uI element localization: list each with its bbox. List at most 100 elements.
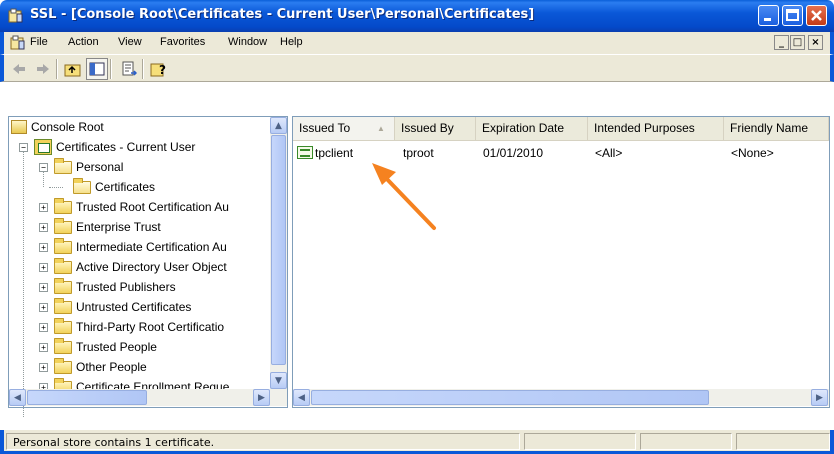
expand-icon[interactable]: +: [39, 242, 48, 252]
minimize-button[interactable]: [758, 5, 779, 26]
tree-item-enterprise-trust[interactable]: + Enterprise Trust: [39, 217, 161, 237]
tree-item-label: Trusted People: [76, 340, 157, 354]
help-icon: ?: [150, 63, 166, 77]
tree-item-intermediate[interactable]: + Intermediate Certification Au: [39, 237, 227, 257]
scroll-left-button[interactable]: ◀: [293, 389, 310, 406]
tree-item-label: Certificates - Current User: [56, 140, 196, 154]
forward-icon: [37, 64, 49, 74]
expand-icon[interactable]: +: [39, 362, 48, 372]
cell-friendly-name: <None>: [731, 146, 774, 160]
scroll-left-button[interactable]: ◀: [9, 389, 26, 406]
scroll-thumb[interactable]: [27, 390, 147, 405]
column-label: Expiration Date: [482, 121, 565, 135]
export-list-button[interactable]: [118, 58, 140, 80]
child-restore-button[interactable]: □: [790, 35, 805, 50]
tree-item-trusted-people[interactable]: + Trusted People: [39, 337, 157, 357]
expand-icon[interactable]: +: [39, 342, 48, 352]
column-label: Issued By: [401, 121, 454, 135]
cell-issued-by: tproot: [403, 146, 434, 160]
expand-icon[interactable]: +: [39, 202, 48, 212]
child-minimize-button[interactable]: _: [774, 35, 789, 50]
svg-text:?: ?: [159, 63, 166, 77]
scroll-down-button[interactable]: ▼: [270, 372, 287, 389]
tree-item-certificates-current-user[interactable]: − Certificates - Current User: [19, 137, 195, 157]
scroll-right-button[interactable]: ▶: [253, 389, 270, 406]
menu-bar: File Action View Favorites Window Help _…: [0, 32, 834, 54]
document-system-menu-icon[interactable]: [10, 35, 26, 51]
expand-icon[interactable]: +: [39, 282, 48, 292]
tree-item-label: Untrusted Certificates: [76, 300, 192, 314]
back-button[interactable]: [8, 58, 30, 80]
cell-purposes: <All>: [595, 146, 623, 160]
menu-help[interactable]: Help: [280, 36, 303, 48]
status-pane: [640, 433, 732, 450]
tree-item-other-people[interactable]: + Other People: [39, 357, 147, 377]
details-list[interactable]: Issued To ▲ Issued By Expiration Date In…: [292, 116, 830, 408]
tree-item-label: Personal: [76, 160, 124, 174]
column-header-friendly-name[interactable]: Friendly Name: [724, 117, 829, 140]
tree-item-personal[interactable]: − Personal: [39, 157, 123, 177]
column-label: Intended Purposes: [594, 121, 695, 135]
tree-item-certificates[interactable]: Certificates: [73, 177, 155, 197]
column-header-expiration-date[interactable]: Expiration Date: [476, 117, 588, 140]
scroll-up-button[interactable]: ▲: [270, 117, 287, 134]
tree-vertical-scrollbar[interactable]: ▲ ▼: [270, 117, 287, 389]
tree-item-label: Third-Party Root Certificatio: [76, 320, 225, 334]
maximize-icon: [786, 9, 799, 21]
collapse-icon[interactable]: −: [19, 142, 28, 152]
tree-item-untrusted[interactable]: + Untrusted Certificates: [39, 297, 191, 317]
menu-file[interactable]: File: [30, 36, 48, 48]
toolbar-separator: [142, 59, 144, 79]
menu-view[interactable]: View: [118, 36, 142, 48]
tree-item-label: Enterprise Trust: [76, 220, 161, 234]
list-horizontal-scrollbar[interactable]: ◀ ▶: [293, 389, 829, 406]
tree-item-label: Other People: [76, 360, 147, 374]
console-tree[interactable]: Console Root − Certificates - Current Us…: [8, 116, 288, 417]
column-header-intended-purposes[interactable]: Intended Purposes: [588, 117, 724, 140]
folder-open-icon: [54, 157, 72, 174]
up-one-level-button[interactable]: [62, 58, 84, 80]
tree-item-trusted-root[interactable]: + Trusted Root Certification Au: [39, 197, 229, 217]
back-icon: [13, 64, 25, 74]
tree-horizontal-scrollbar[interactable]: ◀ ▶: [9, 389, 287, 406]
expand-icon[interactable]: +: [39, 322, 48, 332]
toolbar: ?: [0, 54, 834, 82]
tree-item-console-root[interactable]: Console Root: [11, 117, 104, 137]
certificate-snapin-icon: [34, 139, 52, 155]
minimize-icon: [764, 18, 771, 21]
table-row[interactable]: tpclient tproot 01/01/2010 <All> <None>: [295, 143, 829, 163]
child-close-button[interactable]: ×: [808, 35, 823, 50]
tree-item-trusted-publishers[interactable]: + Trusted Publishers: [39, 277, 176, 297]
menu-window[interactable]: Window: [228, 36, 267, 48]
column-header-row: Issued To ▲ Issued By Expiration Date In…: [293, 117, 829, 141]
cell-expiration: 01/01/2010: [483, 146, 544, 160]
column-label: Issued To: [299, 121, 351, 135]
maximize-button[interactable]: [782, 5, 803, 26]
scroll-thumb[interactable]: [311, 390, 709, 405]
menu-favorites[interactable]: Favorites: [160, 36, 205, 48]
tree-item-third-party-root[interactable]: + Third-Party Root Certificatio: [39, 317, 224, 337]
expand-icon[interactable]: +: [39, 222, 48, 232]
column-header-issued-by[interactable]: Issued By: [395, 117, 476, 140]
folder-icon: [54, 237, 72, 254]
column-header-issued-to[interactable]: Issued To ▲: [293, 117, 395, 140]
status-text: Personal store contains 1 certificate.: [13, 436, 215, 449]
scroll-thumb[interactable]: [271, 135, 286, 365]
tree-item-label: Intermediate Certification Au: [76, 240, 227, 254]
expand-icon[interactable]: +: [39, 302, 48, 312]
tree-item-active-directory[interactable]: + Active Directory User Object: [39, 257, 227, 277]
sort-ascending-icon: ▲: [377, 124, 385, 133]
close-button[interactable]: [806, 5, 827, 26]
help-button[interactable]: ?: [148, 58, 170, 80]
folder-open-icon: [73, 177, 91, 194]
expand-icon[interactable]: +: [39, 262, 48, 272]
tree-line: [23, 147, 24, 417]
title-bar: SSL - [Console Root\Certificates - Curre…: [0, 0, 834, 32]
forward-button[interactable]: [32, 58, 54, 80]
menu-action[interactable]: Action: [68, 36, 99, 48]
mmc-console-icon[interactable]: [8, 8, 24, 24]
show-hide-console-tree-button[interactable]: [86, 58, 108, 80]
status-pane-main: Personal store contains 1 certificate.: [6, 433, 520, 450]
scroll-right-button[interactable]: ▶: [811, 389, 828, 406]
collapse-icon[interactable]: −: [39, 162, 48, 172]
